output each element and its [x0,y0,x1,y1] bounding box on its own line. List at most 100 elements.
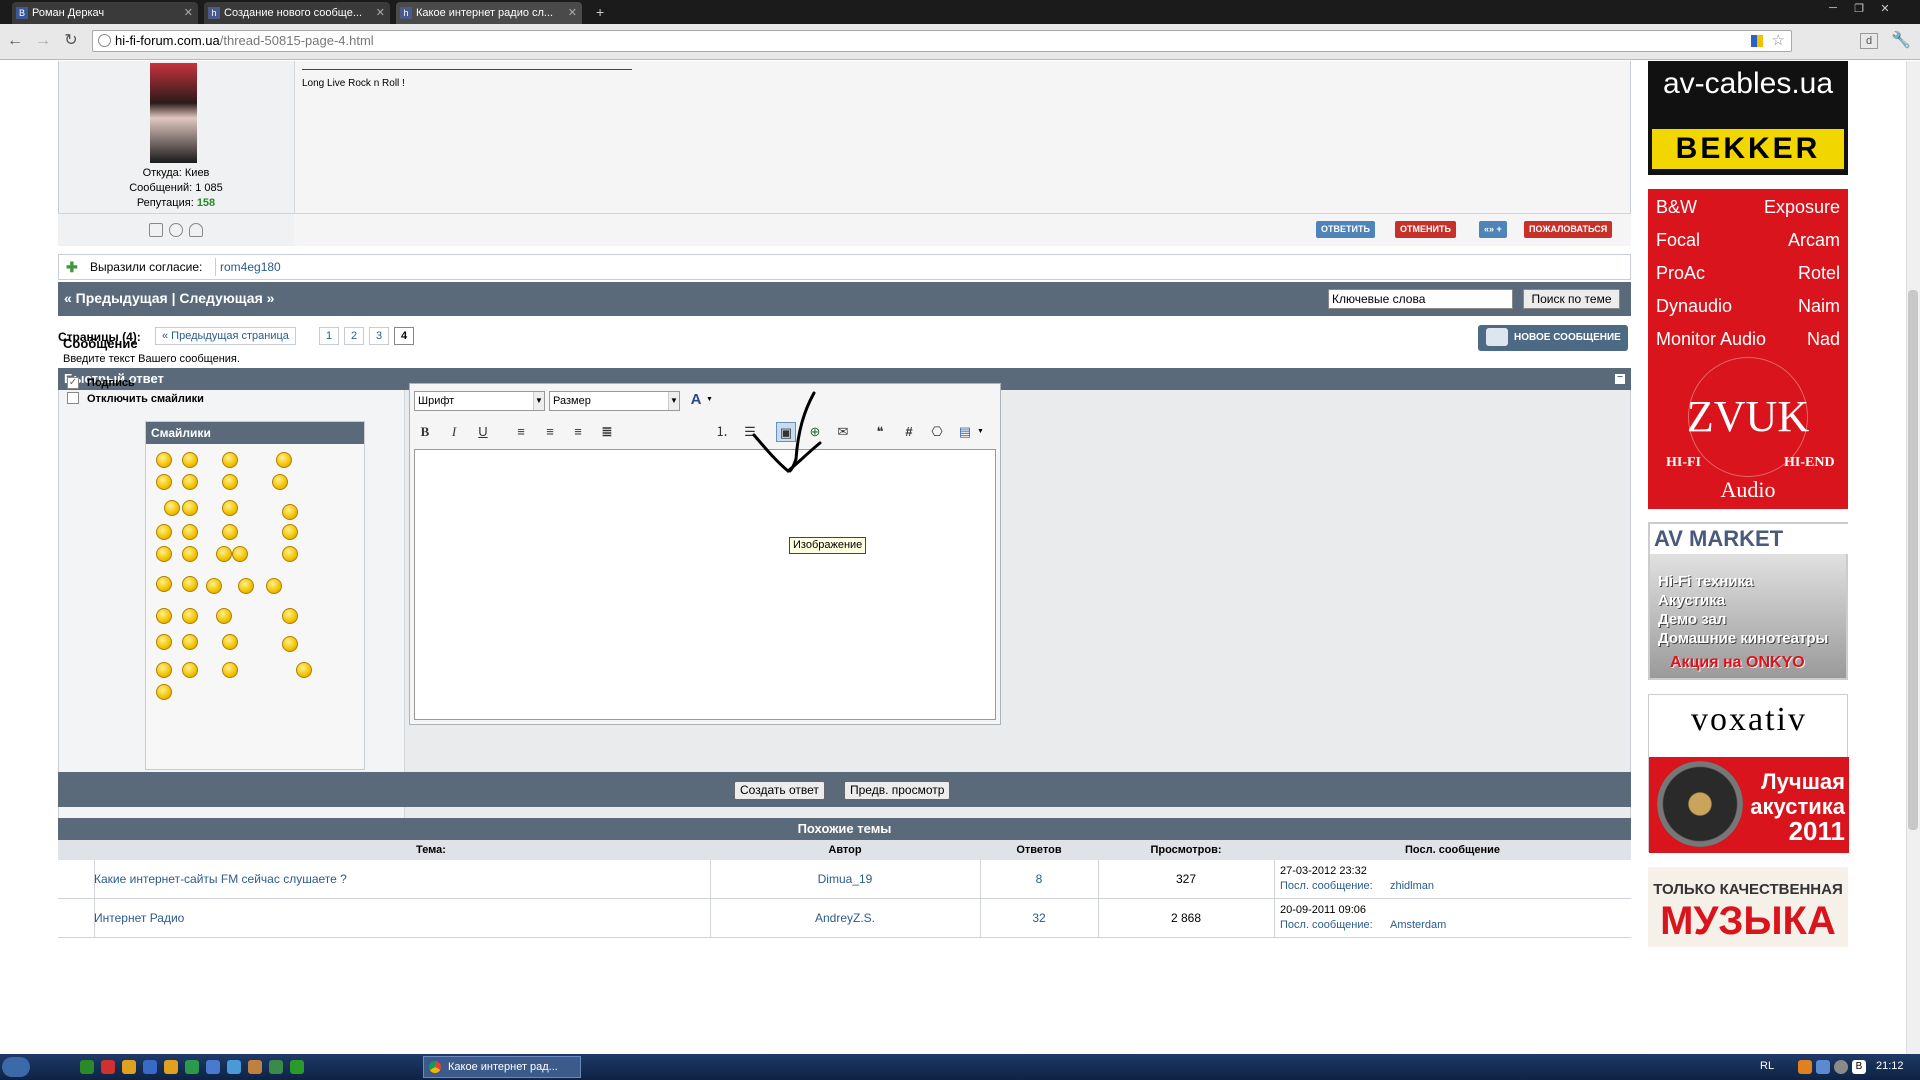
smiley-icon[interactable] [282,608,298,624]
user-icon[interactable] [189,223,203,237]
chevron-down-icon[interactable]: ▼ [706,396,713,403]
address-bar[interactable]: hi-fi-forum.com.ua/thread-50815-page-4.h… [92,30,1792,52]
quote-icon[interactable]: ❝ [870,422,890,442]
quick-launch-icon[interactable] [164,1060,178,1074]
reload-icon[interactable]: ↻ [60,30,82,52]
smiley-icon[interactable] [222,500,238,516]
submit-reply-button[interactable]: Создать ответ [734,781,825,800]
smiley-icon[interactable] [182,576,198,592]
size-select[interactable]: Размер ▼ [549,391,680,411]
quick-launch-icon[interactable] [185,1060,199,1074]
smiley-icon[interactable] [156,608,172,624]
quick-launch-icon[interactable] [101,1060,115,1074]
ad-voxativ[interactable]: voxativ Лучшая акустика 2011 [1648,694,1849,853]
multiquote-button[interactable]: «» + [1479,221,1507,238]
align-right-icon[interactable]: ≡ [568,422,588,442]
replies-count[interactable]: 32 [980,911,1098,925]
smiley-icon[interactable] [182,452,198,468]
ad-music[interactable]: ТОЛЬКО КАЧЕСТВЕННАЯ МУЗЫКА [1648,867,1848,947]
smiley-icon[interactable] [232,546,248,562]
comment-icon[interactable] [169,223,183,237]
smiley-icon[interactable] [182,524,198,540]
close-window-icon[interactable]: ✕ [1874,2,1896,16]
start-button[interactable] [2,1057,30,1077]
smiley-icon[interactable] [182,634,198,650]
font-select[interactable]: Шрифт ▼ [414,391,545,411]
replies-count[interactable]: 8 [980,872,1098,886]
smiley-icon[interactable] [156,474,172,490]
search-thread-button[interactable]: Поиск по теме [1523,289,1620,309]
smiley-icon[interactable] [182,500,198,516]
php-icon[interactable]: ⎔ [927,422,947,442]
smiley-icon[interactable] [238,578,254,594]
avatar[interactable] [150,63,197,163]
close-icon[interactable]: ✕ [568,2,577,24]
language-indicator[interactable]: RL [1760,1060,1774,1072]
smiley-icon[interactable] [156,524,172,540]
close-icon[interactable]: ✕ [184,2,193,24]
collapse-icon[interactable]: − [1615,373,1625,384]
minimize-icon[interactable]: ─ [1822,2,1844,16]
smiley-icon[interactable] [222,474,238,490]
last-post-user[interactable]: zhidlman [1390,880,1434,892]
smiley-icon[interactable] [276,452,292,468]
smiley-icon[interactable] [182,662,198,678]
ad-zvuk[interactable]: B&W Exposure Focal Arcam ProAc Rotel Dynaudio N… [1648,189,1848,509]
new-message-button[interactable]: НОВОЕ СООБЩЕНИЕ [1478,325,1628,351]
ordered-list-icon[interactable]: ⒈ [712,422,732,442]
smiley-icon[interactable] [282,504,298,520]
tray-icon[interactable] [1798,1060,1812,1074]
new-tab-button[interactable]: + [596,4,604,20]
disable-smilies-checkbox[interactable] [67,392,79,404]
smiley-icon[interactable] [206,578,222,594]
smiley-icon[interactable] [156,634,172,650]
smiley-icon[interactable] [222,634,238,650]
video-icon[interactable]: ▤ [955,422,975,442]
tab-3[interactable]: h Какое интернет радио сл... ✕ [396,2,582,24]
tab-2[interactable]: h Создание нового сообще... ✕ [204,2,390,24]
smiley-icon[interactable] [156,576,172,592]
prev-page-link[interactable]: « Предыдущая страница [155,327,296,345]
chevron-down-icon[interactable]: ▼ [977,428,984,435]
preview-button[interactable]: Предв. просмотр [844,781,951,800]
smiley-icon[interactable] [182,546,198,562]
smiley-icon[interactable] [164,500,180,516]
ad-av-cables[interactable]: av-cables.ua BEKKER [1648,61,1848,175]
align-left-icon[interactable]: ≡ [511,422,531,442]
pm-icon[interactable] [149,223,163,237]
smiley-icon[interactable] [282,546,298,562]
restore-icon[interactable]: ❐ [1848,2,1870,16]
smiley-icon[interactable] [216,546,232,562]
bold-icon[interactable]: B [415,422,435,442]
volume-icon[interactable] [1834,1060,1848,1074]
smiley-icon[interactable] [282,524,298,540]
smiley-icon[interactable] [222,452,238,468]
signature-checkbox[interactable]: ✓ [67,377,79,389]
smiley-icon[interactable] [216,608,232,624]
cancel-post-button[interactable]: ОТМЕНИТЬ [1395,221,1456,238]
tab-1[interactable]: В Роман Деркач ✕ [12,2,198,24]
extension-icon[interactable]: d [1860,33,1878,49]
author-link[interactable]: Dimua_19 [710,872,980,886]
topic-link[interactable]: Какие интернет-сайты FM сейчас слушаете … [94,872,347,886]
topic-link[interactable]: Интернет Радио [94,911,184,925]
quick-launch-icon[interactable] [227,1060,241,1074]
smiley-icon[interactable] [266,578,282,594]
quick-launch-icon[interactable] [143,1060,157,1074]
smiley-icon[interactable] [222,662,238,678]
close-icon[interactable]: ✕ [376,2,385,24]
smiley-icon[interactable] [296,662,312,678]
quick-launch-icon[interactable] [206,1060,220,1074]
smiley-icon[interactable] [156,546,172,562]
quick-launch-icon[interactable] [80,1060,94,1074]
insert-email-icon[interactable]: ✉ [833,422,853,442]
smiley-icon[interactable] [272,474,288,490]
smiley-icon[interactable] [156,662,172,678]
forward-icon[interactable]: → [32,30,54,52]
smiley-icon[interactable] [156,452,172,468]
tray-icon[interactable]: B [1852,1060,1866,1074]
italic-icon[interactable]: I [444,422,464,442]
quick-launch-icon[interactable] [269,1060,283,1074]
smiley-icon[interactable] [282,636,298,652]
page-link-3[interactable]: 3 [369,327,390,345]
